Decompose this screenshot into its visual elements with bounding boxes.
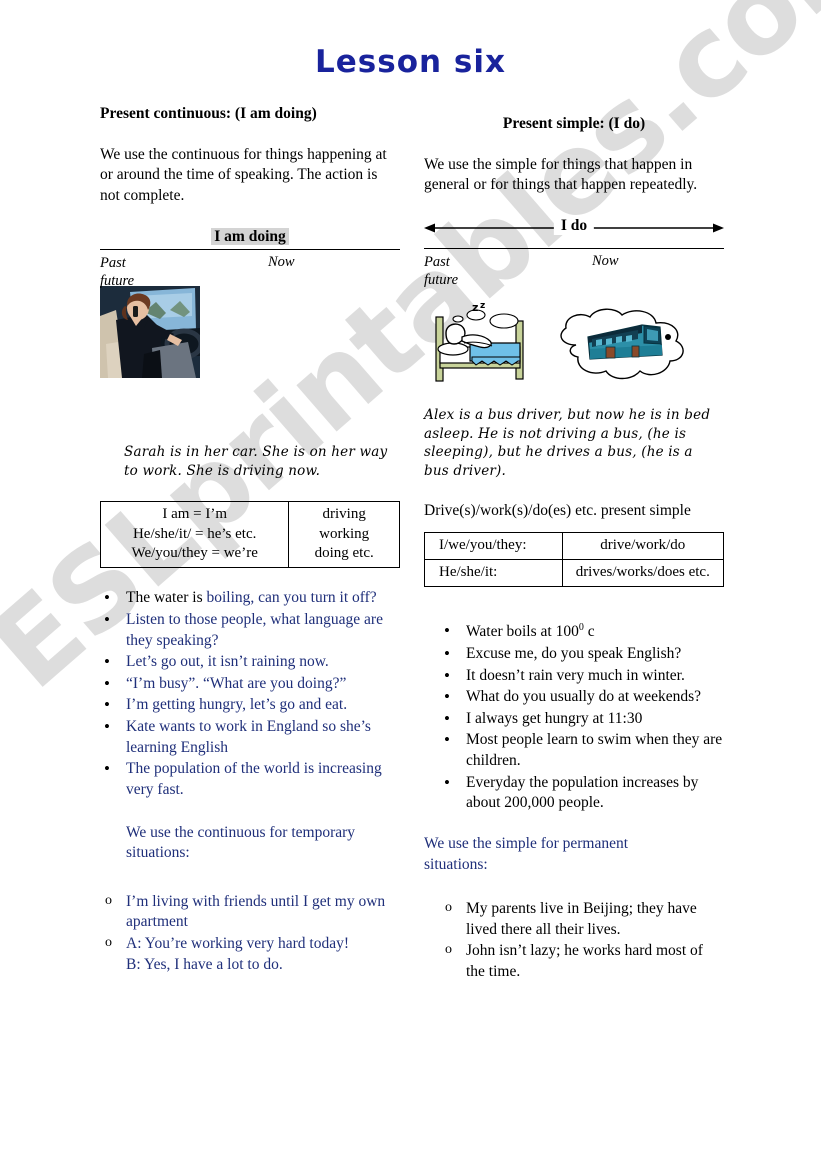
left-caption: Sarah is in her car. She is on her way t…	[124, 444, 388, 479]
left-timeline-past: Past	[100, 255, 126, 272]
sleeping-bus-clipart: z z	[428, 299, 724, 396]
left-timeline-now: Now	[268, 254, 295, 271]
list-item: My parents live in Beijing; they have li…	[440, 899, 724, 940]
verb-line: doing etc.	[314, 545, 374, 562]
list-item: The population of the world is increasin…	[100, 758, 400, 800]
contractions-verb-cell: driving working doing etc.	[288, 500, 400, 569]
contractions-subject-cell: I am = I’m He/she/it/ = he’s etc. We/you…	[99, 500, 290, 569]
list-item: A: You’re working very hard today! B: Ye…	[100, 934, 400, 975]
left-timeline-endpoints: Past future Now	[100, 254, 400, 292]
right-caption: Alex is a bus driver, but now he is in b…	[424, 406, 711, 479]
left-timeline-past-future: Past future	[100, 254, 134, 290]
page-title: Lesson six	[315, 44, 506, 80]
list-item: I’m living with friends until I get my o…	[100, 892, 400, 933]
list-item: What do you usually do at weekends?	[440, 686, 724, 708]
subject-cell: He/she/it:	[424, 559, 563, 588]
man-asleep-in-bed-dreaming-of-bus-icon: z z	[435, 301, 684, 382]
table-row: I/we/you/they: drive/work/do	[424, 532, 725, 561]
contraction-line: I am = I’m	[162, 505, 228, 522]
contraction-line: We/you/they = we’re	[131, 545, 258, 562]
right-timeline-endpoints: Past future Now	[424, 253, 724, 291]
present-simple-forms-line: Drive(s)/work(s)/do(es) etc. present sim…	[424, 502, 691, 520]
list-item: I’m getting hungry, let’s go and eat.	[100, 694, 400, 716]
svg-text:z: z	[480, 301, 485, 311]
present-simple-table: I/we/you/they: drive/work/do He/she/it: …	[424, 532, 725, 588]
right-timeline-past-future: Past future	[424, 253, 458, 289]
right-note: We use the simple for permanent situatio…	[424, 834, 629, 873]
left-intro-text: We use the continuous for things happeni…	[100, 146, 387, 204]
table-row: I am = I’m He/she/it/ = he’s etc. We/you…	[99, 500, 400, 569]
ex-post: , can you turn it off?	[250, 589, 377, 607]
list-item: It doesn’t rain very much in winter.	[440, 665, 724, 687]
ex-pre: The water is	[126, 589, 207, 607]
worksheet-page: ESLprintables.com Lesson six Present con…	[0, 0, 821, 1169]
right-timeline-future: future	[424, 272, 459, 289]
right-timeline-label: I do	[553, 216, 595, 235]
list-item: “I’m busy”. “What are you doing?”	[100, 673, 400, 695]
svg-text:z: z	[472, 301, 478, 314]
table-row: He/she/it: drives/works/does etc.	[424, 559, 725, 588]
left-timeline: I am doing Past future Now	[100, 228, 400, 292]
list-item: John isn’t lazy; he works hard most of t…	[440, 941, 724, 982]
list-item: Most people learn to swim when they are …	[440, 729, 724, 771]
list-item: I always get hungry at 11:30	[440, 708, 724, 730]
right-sub-examples-list: My parents live in Beijing; they have li…	[440, 899, 724, 982]
left-note: We use the continuous for temporary situ…	[126, 823, 356, 862]
woman-driving-car-photo-icon	[100, 286, 204, 379]
left-sub-examples-list: I’m living with friends until I get my o…	[100, 892, 400, 975]
left-timeline-rule	[100, 249, 400, 251]
right-timeline-arrow-line: I do	[424, 216, 724, 240]
left-column: Present continuous: (I am doing) We use …	[99, 105, 400, 976]
list-item: The water is boiling, can you turn it of…	[100, 587, 400, 609]
list-item: Excuse me, do you speak English?	[440, 643, 724, 665]
verb-line: driving	[322, 505, 366, 522]
list-item: Kate wants to work in England so she’s l…	[100, 716, 400, 758]
right-intro-text: We use the simple for things that happen…	[424, 156, 698, 194]
contractions-table: I am = I’m He/she/it/ = he’s etc. We/you…	[99, 500, 400, 569]
left-section-heading: Present continuous: (I am doing)	[100, 105, 317, 122]
right-timeline-now: Now	[592, 252, 619, 269]
forms-cell: drives/works/does etc.	[561, 559, 725, 588]
list-item: Listen to those people, what language ar…	[100, 609, 400, 651]
verb-line: working	[319, 525, 370, 542]
left-timeline-future: future	[100, 273, 135, 290]
right-section-heading: Present simple: (I do)	[502, 115, 646, 132]
ex-tail: c	[583, 623, 595, 641]
subject-cell: I/we/you/they:	[424, 532, 563, 561]
list-item: Everyday the population increases by abo…	[440, 772, 724, 814]
list-item: Water boils at 1000 c	[440, 620, 724, 643]
left-timeline-label: I am doing	[100, 228, 400, 246]
left-timeline-label-text: I am doing	[211, 228, 289, 246]
right-timeline-past: Past	[424, 253, 450, 270]
ex-highlight: boiling	[206, 589, 251, 607]
right-timeline: I do Past future Now	[424, 216, 724, 291]
right-column: Present simple: (I do) We use the simple…	[424, 105, 725, 984]
list-item: Let’s go out, it isn’t raining now.	[100, 651, 400, 673]
left-examples-list: The water is boiling, can you turn it of…	[100, 587, 400, 800]
right-timeline-rule	[424, 247, 724, 249]
driving-photo	[100, 286, 400, 383]
right-examples-list: Water boils at 1000 c Excuse me, do you …	[440, 620, 724, 814]
ex-text: Water boils at 100	[466, 623, 579, 641]
contraction-line: He/she/it/ = he’s etc.	[132, 525, 257, 542]
forms-cell: drive/work/do	[561, 532, 725, 561]
